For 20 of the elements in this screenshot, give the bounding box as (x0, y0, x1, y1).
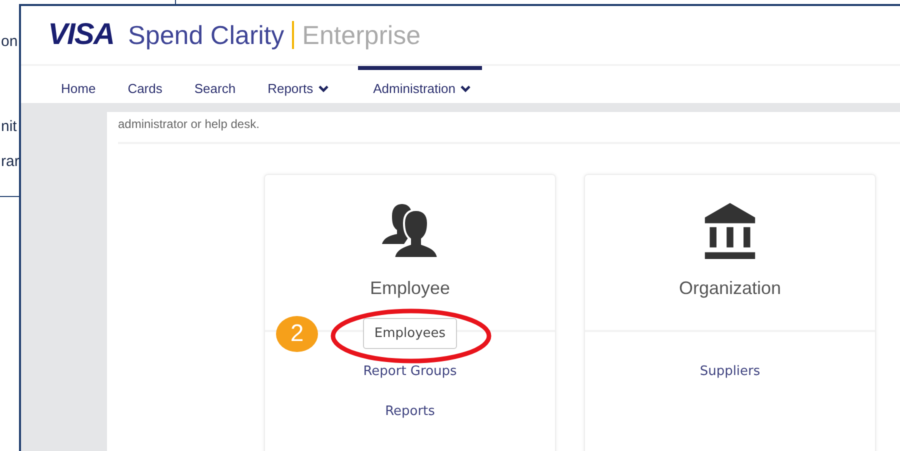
nav-tab[interactable]: Reports (252, 66, 346, 103)
bank-icon (703, 203, 757, 259)
text-fragment: rar (1, 153, 20, 170)
card-link[interactable]: Report Groups (363, 351, 457, 391)
nav-tab[interactable]: Home (45, 66, 112, 103)
step-badge: 2 (276, 316, 318, 352)
text-fragment: on (1, 33, 18, 50)
employees-button[interactable]: Employees (363, 318, 457, 348)
card-title: Employee (370, 278, 450, 299)
intro-text: administrator or help desk. (118, 117, 260, 131)
text-fragment: nit (1, 118, 17, 135)
nav-tab[interactable]: Search (178, 66, 252, 103)
brand-logo: VISA (48, 18, 114, 52)
nav-tab[interactable]: Cards (112, 66, 178, 103)
product-name: Spend Clarity (128, 20, 284, 50)
card-link[interactable]: Suppliers (700, 351, 760, 391)
card-link[interactable]: Reports (385, 391, 435, 431)
card-title: Organization (678, 278, 782, 299)
people-icon (380, 203, 440, 259)
edition-name: Enterprise (302, 20, 421, 50)
